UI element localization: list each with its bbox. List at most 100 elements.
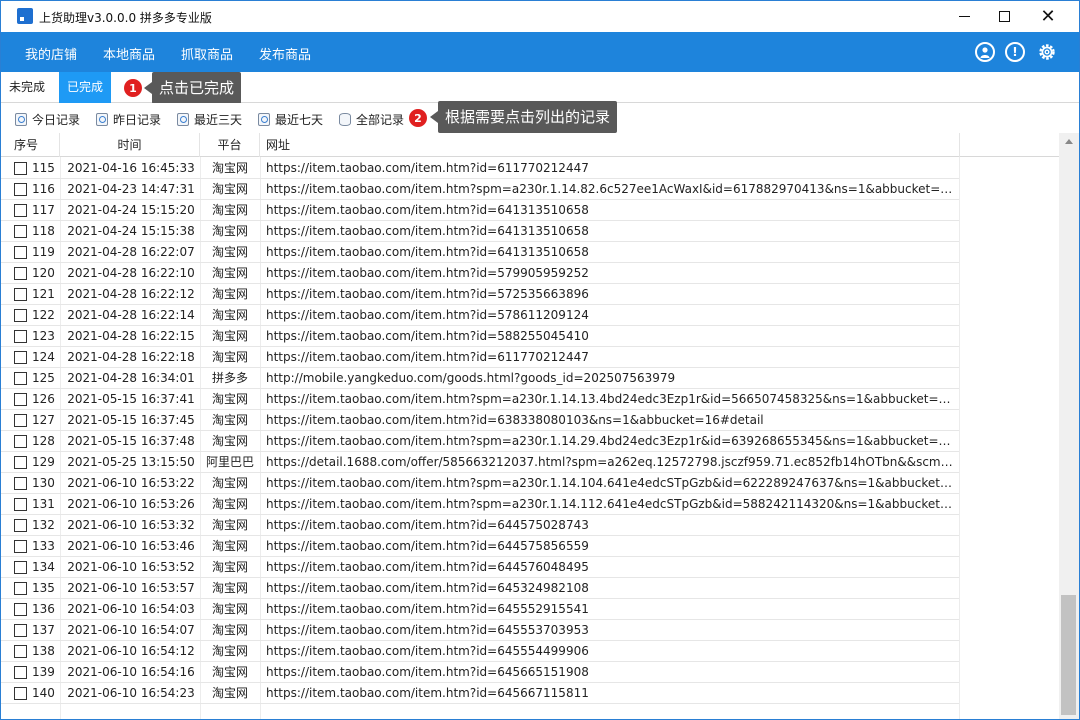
- close-button[interactable]: ✕: [1025, 1, 1071, 32]
- info-icon[interactable]: !: [1005, 42, 1025, 62]
- table-row[interactable]: 120 2021-04-28 16:22:10 淘宝网 https://item.ta…: [1, 263, 959, 284]
- row-checkbox[interactable]: [14, 540, 27, 553]
- row-url[interactable]: https://item.taobao.com/item.htm?id=6117…: [266, 347, 958, 368]
- table-row[interactable]: 117 2021-04-24 15:15:20 淘宝网 https://item.ta…: [1, 200, 959, 221]
- table-row[interactable]: 124 2021-04-28 16:22:18 淘宝网 https://item.ta…: [1, 347, 959, 368]
- table-row[interactable]: 130 2021-06-10 16:53:22 淘宝网 https://item.ta…: [1, 473, 959, 494]
- row-checkbox[interactable]: [14, 267, 27, 280]
- row-checkbox[interactable]: [14, 666, 27, 679]
- table-row[interactable]: 139 2021-06-10 16:54:16 淘宝网 https://item.ta…: [1, 662, 959, 683]
- row-checkbox[interactable]: [14, 645, 27, 658]
- table-row[interactable]: 129 2021-05-25 13:15:50 阿里巴巴 https://detail…: [1, 452, 959, 473]
- table-row[interactable]: 115 2021-04-16 16:45:33 淘宝网 https://item.ta…: [1, 158, 959, 179]
- row-checkbox[interactable]: [14, 246, 27, 259]
- row-url[interactable]: https://item.taobao.com/item.htm?spm=a23…: [266, 389, 958, 410]
- row-checkbox[interactable]: [14, 372, 27, 385]
- row-checkbox[interactable]: [14, 204, 27, 217]
- row-checkbox[interactable]: [14, 456, 27, 469]
- table-row[interactable]: 121 2021-04-28 16:22:12 淘宝网 https://item.ta…: [1, 284, 959, 305]
- scroll-up-arrow-icon[interactable]: [1065, 139, 1073, 144]
- row-checkbox[interactable]: [14, 183, 27, 196]
- row-url[interactable]: https://item.taobao.com/item.htm?id=6456…: [266, 683, 958, 704]
- table-row[interactable]: 119 2021-04-28 16:22:07 淘宝网 https://item.ta…: [1, 242, 959, 263]
- table-row[interactable]: 136 2021-06-10 16:54:03 淘宝网 https://item.ta…: [1, 599, 959, 620]
- table-row[interactable]: 125 2021-04-28 16:34:01 拼多多 http://mobile.y…: [1, 368, 959, 389]
- header-url[interactable]: 网址: [260, 133, 960, 157]
- filter-last-three-days[interactable]: 最近三天: [177, 111, 242, 128]
- row-checkbox[interactable]: [14, 288, 27, 301]
- row-url[interactable]: https://item.taobao.com/item.htm?id=6445…: [266, 515, 958, 536]
- table-row[interactable]: 116 2021-04-23 14:47:31 淘宝网 https://item.ta…: [1, 179, 959, 200]
- table-row[interactable]: 126 2021-05-15 16:37:41 淘宝网 https://item.ta…: [1, 389, 959, 410]
- row-checkbox[interactable]: [14, 687, 27, 700]
- row-url[interactable]: https://item.taobao.com/item.htm?id=5882…: [266, 326, 958, 347]
- scroll-thumb[interactable]: [1061, 595, 1076, 715]
- row-url[interactable]: https://item.taobao.com/item.htm?id=6445…: [266, 557, 958, 578]
- table-row[interactable]: 138 2021-06-10 16:54:12 淘宝网 https://item.ta…: [1, 641, 959, 662]
- row-checkbox[interactable]: [14, 351, 27, 364]
- header-time[interactable]: 时间: [60, 133, 200, 157]
- row-url[interactable]: https://item.taobao.com/item.htm?id=6413…: [266, 242, 958, 263]
- filter-all-records[interactable]: 全部记录: [339, 111, 404, 128]
- row-checkbox[interactable]: [14, 519, 27, 532]
- menu-fetch-products[interactable]: 抓取商品: [181, 44, 233, 63]
- menu-publish-products[interactable]: 发布商品: [259, 44, 311, 63]
- row-url[interactable]: http://mobile.yangkeduo.com/goods.html?g…: [266, 368, 958, 389]
- row-url[interactable]: https://item.taobao.com/item.htm?spm=a23…: [266, 431, 958, 452]
- tab-done[interactable]: 已完成: [59, 72, 112, 103]
- gear-icon[interactable]: [1037, 42, 1057, 62]
- row-checkbox[interactable]: [14, 393, 27, 406]
- row-checkbox[interactable]: [14, 498, 27, 511]
- menu-my-shop[interactable]: 我的店铺: [25, 44, 77, 63]
- row-url[interactable]: https://item.taobao.com/item.htm?id=6383…: [266, 410, 958, 431]
- row-url[interactable]: https://item.taobao.com/item.htm?id=6445…: [266, 536, 958, 557]
- row-checkbox[interactable]: [14, 477, 27, 490]
- table-row[interactable]: 134 2021-06-10 16:53:52 淘宝网 https://item.ta…: [1, 557, 959, 578]
- maximize-button[interactable]: [981, 1, 1027, 32]
- filter-yesterday[interactable]: 昨日记录: [96, 111, 161, 128]
- row-url[interactable]: https://item.taobao.com/item.htm?id=5725…: [266, 284, 958, 305]
- row-url[interactable]: https://item.taobao.com/item.htm?id=6413…: [266, 200, 958, 221]
- filter-today[interactable]: 今日记录: [15, 111, 80, 128]
- filter-last-seven-days[interactable]: 最近七天: [258, 111, 323, 128]
- row-checkbox[interactable]: [14, 309, 27, 322]
- user-icon[interactable]: [975, 42, 995, 62]
- row-url[interactable]: https://item.taobao.com/item.htm?id=6117…: [266, 158, 958, 179]
- row-url[interactable]: https://item.taobao.com/item.htm?id=5786…: [266, 305, 958, 326]
- table-row[interactable]: 123 2021-04-28 16:22:15 淘宝网 https://item.ta…: [1, 326, 959, 347]
- table-row[interactable]: 132 2021-06-10 16:53:32 淘宝网 https://item.ta…: [1, 515, 959, 536]
- tab-pending[interactable]: 未完成: [9, 72, 45, 103]
- menu-local-products[interactable]: 本地商品: [103, 44, 155, 63]
- row-checkbox[interactable]: [14, 414, 27, 427]
- table-row[interactable]: 122 2021-04-28 16:22:14 淘宝网 https://item.ta…: [1, 305, 959, 326]
- table-row[interactable]: 127 2021-05-15 16:37:45 淘宝网 https://item.ta…: [1, 410, 959, 431]
- row-url[interactable]: https://item.taobao.com/item.htm?id=6456…: [266, 662, 958, 683]
- header-platform[interactable]: 平台: [200, 133, 260, 157]
- row-url[interactable]: https://detail.1688.com/offer/5856632120…: [266, 452, 958, 473]
- table-row[interactable]: 131 2021-06-10 16:53:26 淘宝网 https://item.ta…: [1, 494, 959, 515]
- row-url[interactable]: https://item.taobao.com/item.htm?spm=a23…: [266, 179, 958, 200]
- table-row[interactable]: 135 2021-06-10 16:53:57 淘宝网 https://item.ta…: [1, 578, 959, 599]
- row-checkbox[interactable]: [14, 582, 27, 595]
- vertical-scrollbar[interactable]: [1059, 133, 1079, 719]
- row-checkbox[interactable]: [14, 624, 27, 637]
- table-row[interactable]: 128 2021-05-15 16:37:48 淘宝网 https://item.ta…: [1, 431, 959, 452]
- row-checkbox[interactable]: [14, 603, 27, 616]
- row-checkbox[interactable]: [14, 225, 27, 238]
- row-url[interactable]: https://item.taobao.com/item.htm?id=6455…: [266, 641, 958, 662]
- row-checkbox[interactable]: [14, 162, 27, 175]
- row-checkbox[interactable]: [14, 561, 27, 574]
- row-checkbox[interactable]: [14, 435, 27, 448]
- table-row[interactable]: 140 2021-06-10 16:54:23 淘宝网 https://item.ta…: [1, 683, 959, 704]
- row-url[interactable]: https://item.taobao.com/item.htm?id=6413…: [266, 221, 958, 242]
- table-row[interactable]: 137 2021-06-10 16:54:07 淘宝网 https://item.ta…: [1, 620, 959, 641]
- row-checkbox[interactable]: [14, 330, 27, 343]
- table-row[interactable]: 118 2021-04-24 15:15:38 淘宝网 https://item.ta…: [1, 221, 959, 242]
- row-url[interactable]: https://item.taobao.com/item.htm?id=6455…: [266, 599, 958, 620]
- row-url[interactable]: https://item.taobao.com/item.htm?id=5799…: [266, 263, 958, 284]
- header-seq[interactable]: 序号: [14, 133, 60, 157]
- row-url[interactable]: https://item.taobao.com/item.htm?id=6455…: [266, 620, 958, 641]
- table-row[interactable]: 133 2021-06-10 16:53:46 淘宝网 https://item.ta…: [1, 536, 959, 557]
- row-url[interactable]: https://item.taobao.com/item.htm?id=6453…: [266, 578, 958, 599]
- row-url[interactable]: https://item.taobao.com/item.htm?spm=a23…: [266, 494, 958, 515]
